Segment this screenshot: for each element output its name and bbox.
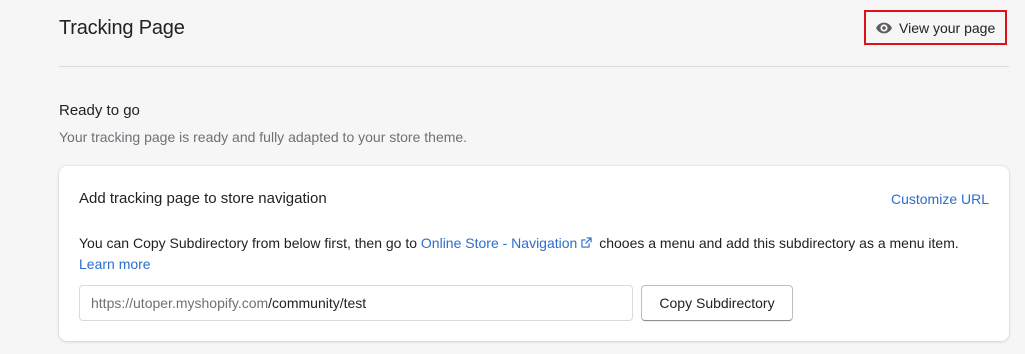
page-header: Tracking Page View your page [59,0,1009,67]
instructions-suffix: chooes a menu and add this subdirectory … [595,235,959,251]
external-link-icon [581,237,592,248]
subdirectory-url-field[interactable]: https://utoper.myshopify.com/community/t… [79,285,633,321]
instructions-prefix: You can [79,235,133,251]
learn-more-link[interactable]: Learn more [79,256,151,272]
instructions-middle: from below first, then go to [248,235,421,251]
view-your-page-button[interactable]: View your page [864,10,1007,45]
online-store-navigation-link[interactable]: Online Store - Navigation [421,235,595,251]
eye-icon [875,19,893,37]
copy-subdirectory-button[interactable]: Copy Subdirectory [641,285,793,321]
section-title: Ready to go [59,102,140,119]
navigation-card: Add tracking page to store navigation Cu… [59,166,1009,341]
online-store-navigation-label: Online Store - Navigation [420,235,578,251]
card-instructions: You can Copy Subdirectory from below fir… [79,233,959,275]
url-base: https://utoper.myshopify.com [91,295,269,311]
customize-url-link[interactable]: Customize URL [891,191,989,207]
card-title: Add tracking page to store navigation [79,190,327,207]
url-path: /community/test [268,295,367,311]
instructions-bold: Copy Subdirectory [132,235,249,251]
view-your-page-label: View your page [899,19,996,36]
page-title: Tracking Page [59,17,185,39]
section-description: Your tracking page is ready and fully ad… [59,129,468,145]
